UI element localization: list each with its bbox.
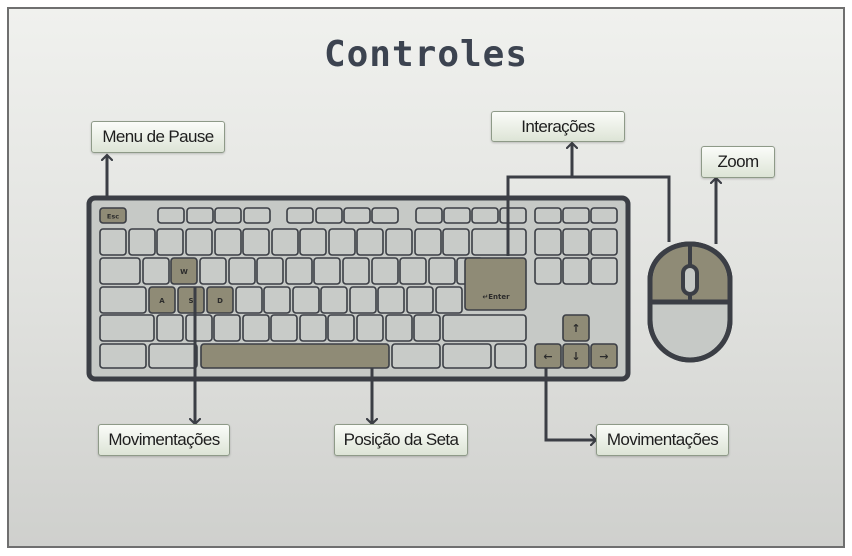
key-nav — [590, 228, 618, 256]
key-function — [214, 207, 242, 224]
key-arrow-right-label: → — [599, 350, 608, 363]
key-function — [286, 207, 314, 224]
controls-diagram: Controles Esc W ↵Enter A S D ↑ ← ↓ → Men… — [0, 0, 852, 556]
key-nav — [562, 257, 590, 285]
mouse-scroll-wheel — [681, 264, 699, 296]
key-enter-label: ↵Enter — [482, 293, 510, 301]
key-backspace — [471, 228, 527, 256]
key-number-row — [414, 228, 442, 256]
key-enter — [464, 257, 527, 311]
key-a-label: A — [159, 297, 165, 305]
key-letter — [356, 314, 384, 342]
key-letter — [320, 286, 348, 314]
key-shift-right — [442, 314, 527, 342]
key-arrow-left-label: ← — [543, 350, 552, 363]
key-letter — [406, 286, 434, 314]
key-letter — [399, 257, 427, 285]
key-function — [343, 207, 371, 224]
key-function — [534, 207, 562, 224]
key-letter — [292, 286, 320, 314]
key-space — [200, 343, 390, 369]
key-letter — [270, 314, 298, 342]
key-number-row — [128, 228, 156, 256]
key-number-row — [99, 228, 127, 256]
key-menu — [442, 343, 492, 369]
key-caps — [99, 286, 147, 314]
key-nav — [534, 228, 562, 256]
key-number-row — [242, 228, 270, 256]
key-w-label: W — [180, 268, 188, 276]
key-letter — [371, 257, 399, 285]
key-number-row — [299, 228, 327, 256]
key-arrow-up-label: ↑ — [571, 322, 580, 335]
key-letter — [342, 257, 370, 285]
key-function — [315, 207, 343, 224]
key-d-label: D — [217, 297, 223, 305]
key-letter — [349, 286, 377, 314]
key-ctrl-left — [99, 343, 147, 369]
key-letter — [413, 314, 441, 342]
key-letter — [285, 257, 313, 285]
key-letter — [199, 257, 227, 285]
label-interactions: Interações — [491, 111, 625, 142]
key-function — [157, 207, 185, 224]
key-letter — [428, 257, 456, 285]
key-function — [471, 207, 499, 224]
label-menu-pause: Menu de Pause — [91, 121, 225, 153]
key-letter — [242, 314, 270, 342]
key-nav — [534, 257, 562, 285]
key-function — [562, 207, 590, 224]
key-number-row — [156, 228, 184, 256]
key-arrow-down-label: ↓ — [571, 350, 580, 363]
key-number-row — [214, 228, 242, 256]
key-shift-left — [99, 314, 155, 342]
key-letter — [213, 314, 241, 342]
label-movements-right: Movimentações — [596, 424, 729, 456]
key-number-row — [271, 228, 299, 256]
key-letter — [377, 286, 405, 314]
key-letter — [327, 314, 355, 342]
key-function — [371, 207, 399, 224]
key-function — [443, 207, 471, 224]
diagram-canvas: Esc W ↵Enter A S D ↑ ← ↓ → — [86, 0, 733, 556]
label-arrow-position: Posição da Seta — [334, 424, 468, 456]
key-q — [142, 257, 170, 285]
key-number-row — [328, 228, 356, 256]
label-movements-left: Movimentações — [98, 424, 230, 456]
key-number-row — [356, 228, 384, 256]
key-nav — [590, 257, 618, 285]
key-function — [186, 207, 214, 224]
key-alt-right — [391, 343, 441, 369]
key-letter — [156, 314, 184, 342]
key-number-row — [185, 228, 213, 256]
key-letter — [228, 257, 256, 285]
key-letter — [299, 314, 327, 342]
key-s-label: S — [188, 297, 193, 305]
key-letter — [185, 314, 213, 342]
key-function — [499, 207, 527, 224]
key-function — [590, 207, 618, 224]
key-number-row — [385, 228, 413, 256]
key-letter — [385, 314, 413, 342]
key-tab — [99, 257, 141, 285]
key-function — [415, 207, 443, 224]
key-nav — [562, 228, 590, 256]
label-zoom: Zoom — [701, 146, 775, 178]
key-function — [243, 207, 271, 224]
key-letter — [256, 257, 284, 285]
mouse — [647, 241, 733, 363]
key-number-row — [442, 228, 470, 256]
key-letter — [435, 286, 463, 314]
key-ctrl-right — [494, 343, 527, 369]
key-alt-left — [148, 343, 198, 369]
key-esc-label: Esc — [107, 213, 119, 221]
key-letter — [263, 286, 291, 314]
key-letter — [235, 286, 263, 314]
key-letter — [313, 257, 341, 285]
